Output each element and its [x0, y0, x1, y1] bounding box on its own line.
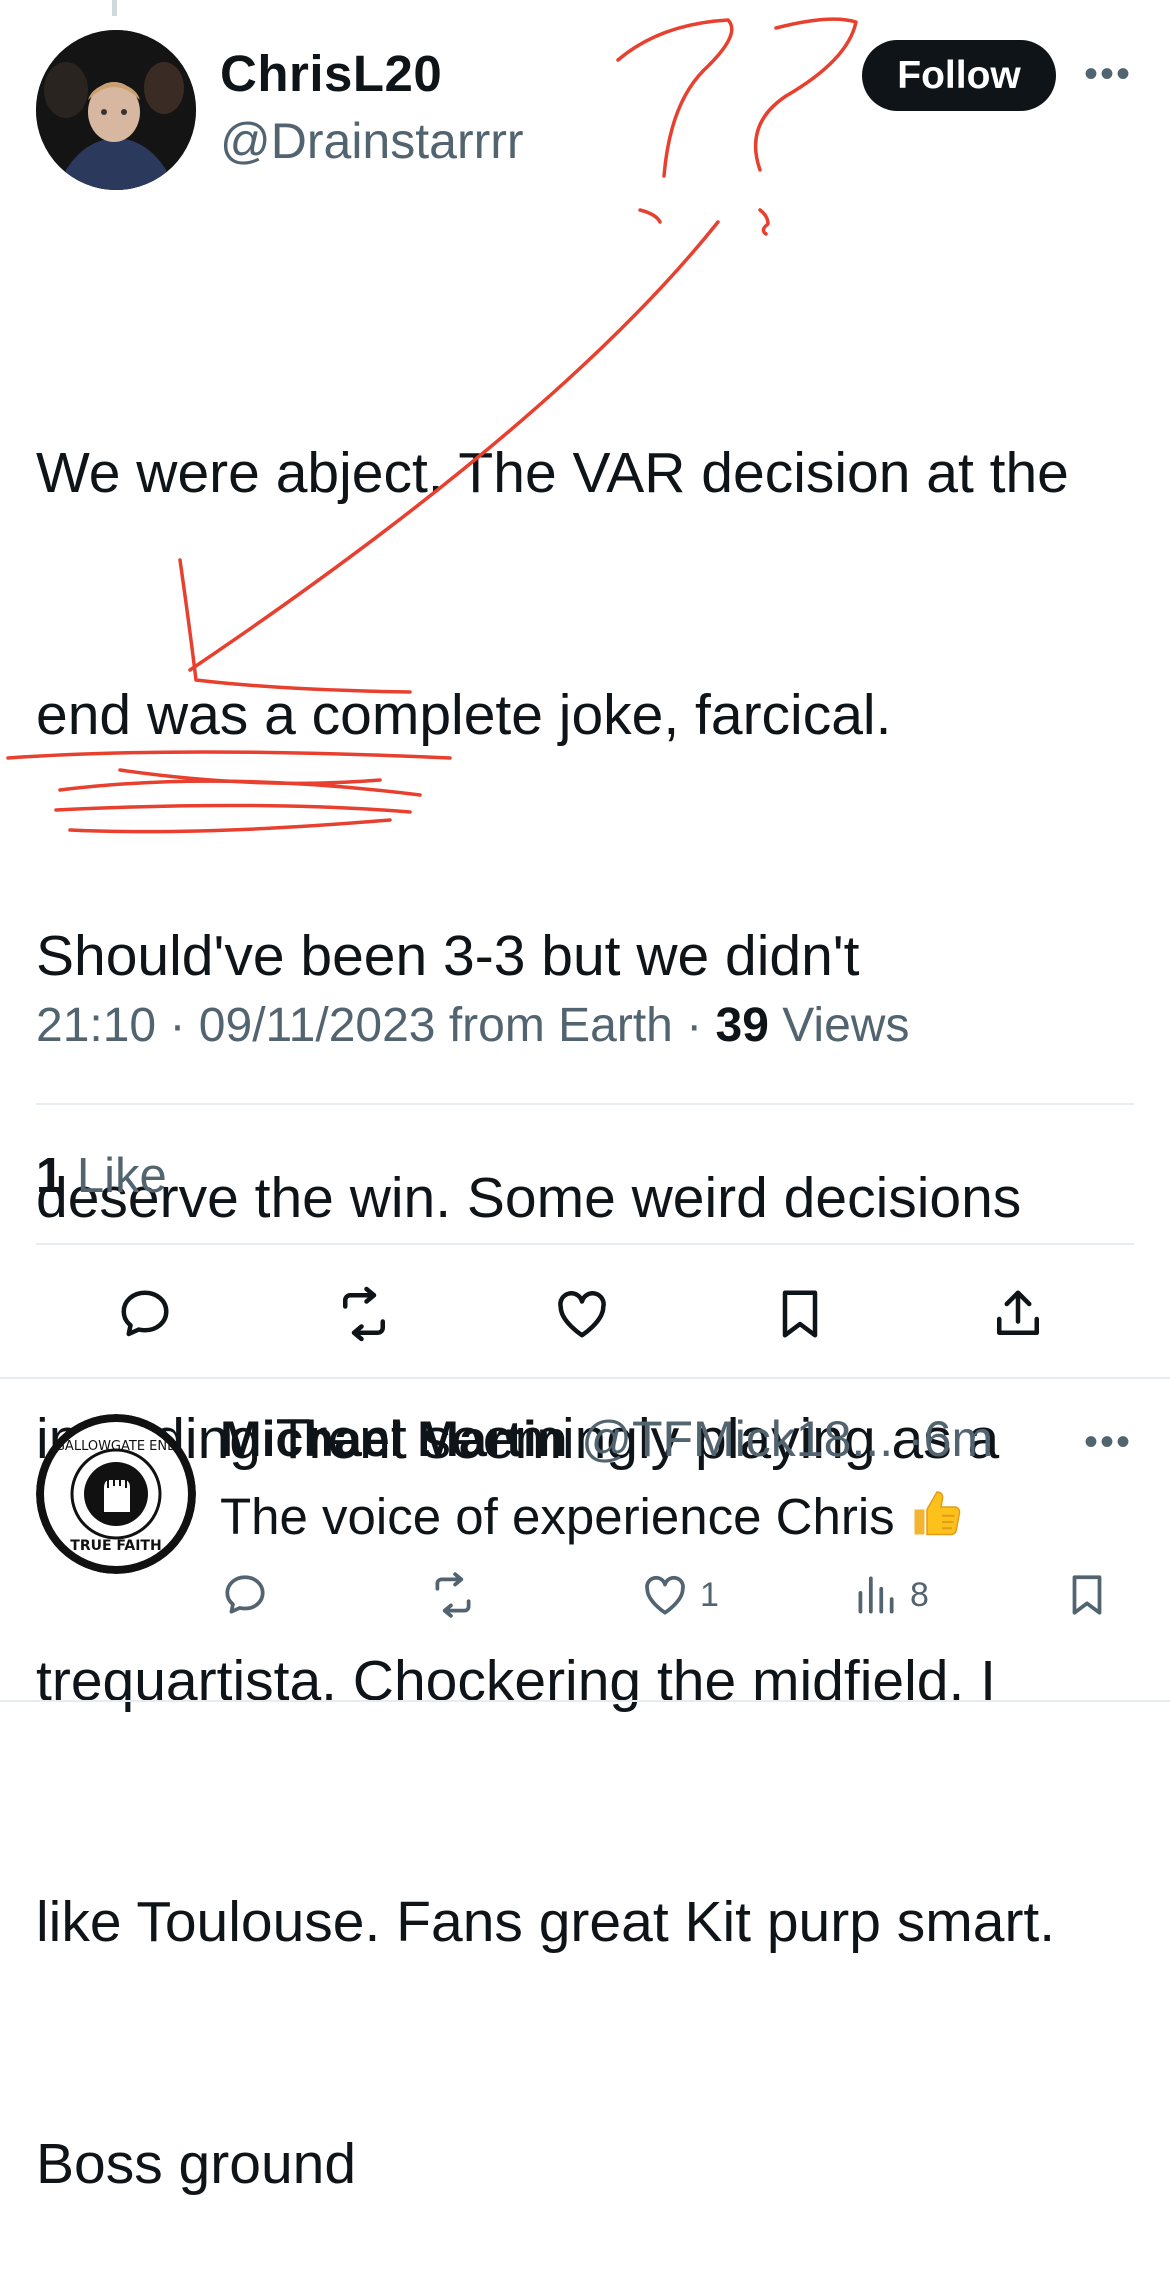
divider — [36, 1103, 1134, 1105]
views-icon — [858, 1576, 894, 1614]
like-icon — [645, 1575, 685, 1615]
question-mark-dot — [758, 208, 770, 236]
tweet-source: from Earth — [448, 999, 673, 1052]
question-mark-dot — [638, 208, 662, 224]
svg-text:GALLOWGATE END: GALLOWGATE END — [55, 1439, 177, 1454]
reply-handle[interactable]: @TFMick18... — [581, 1411, 893, 1467]
views-label: Views — [782, 999, 910, 1052]
meta-separator: · — [907, 1411, 924, 1467]
retweet-icon — [343, 1286, 385, 1342]
thread-connector — [112, 0, 117, 16]
reply-avatar[interactable]: GALLOWGATE END TRUE FAITH — [36, 1414, 196, 1574]
reply-icon — [121, 1290, 169, 1337]
share-icon — [997, 1290, 1039, 1335]
bookmark-icon — [1072, 1575, 1102, 1615]
tweet-text: We were abject. The VAR decision at the … — [36, 272, 1136, 2285]
tweet-text-line: Should've been 3-3 but we didn't — [36, 924, 860, 988]
follow-button[interactable]: Follow — [862, 40, 1056, 111]
question-mark-scribble — [616, 18, 734, 178]
meta-separator: · — [686, 999, 716, 1052]
like-button[interactable] — [550, 1282, 614, 1346]
reply-time[interactable]: 6m — [924, 1411, 993, 1467]
likes-count: 1 — [36, 1149, 64, 1203]
reply-button[interactable] — [113, 1282, 177, 1346]
tweet-date[interactable]: 09/11/2023 — [199, 999, 436, 1052]
reply-views-count: 8 — [910, 1575, 929, 1614]
reply-like-button[interactable]: 1 — [640, 1570, 719, 1620]
user-handle[interactable]: @Drainstarrrr — [220, 112, 524, 170]
like-icon — [558, 1291, 606, 1338]
divider — [36, 1243, 1134, 1245]
tweet-text-line: end was a complete joke, farcical. — [36, 682, 892, 747]
tweet-time[interactable]: 21:10 — [36, 999, 156, 1052]
reply-display-name[interactable]: Michael Martin — [220, 1411, 567, 1467]
reply-retweet-button[interactable] — [428, 1570, 478, 1620]
bookmark-icon — [782, 1290, 818, 1338]
avatar-photo — [36, 30, 196, 190]
bookmark-button[interactable] — [768, 1282, 832, 1346]
thumbs-up-icon — [907, 1482, 967, 1554]
reply-bookmark-button[interactable] — [1062, 1570, 1112, 1620]
reply-icon — [225, 1575, 265, 1614]
gallowgate-badge-logo: GALLOWGATE END TRUE FAITH — [36, 1414, 196, 1574]
reply-header: Michael Martin @TFMick18... ·6m — [220, 1410, 993, 1468]
share-button[interactable] — [986, 1282, 1050, 1346]
display-name[interactable]: ChrisL20 — [220, 44, 442, 103]
tweet-text-line: like Toulouse. Fans great Kit purp smart… — [36, 1890, 1056, 1954]
reply-views-button[interactable]: 8 — [850, 1570, 929, 1620]
avatar[interactable] — [36, 30, 196, 190]
reply-like-count: 1 — [700, 1575, 719, 1614]
reply-text-body: The voice of experience Chris — [220, 1488, 895, 1545]
divider — [0, 1700, 1170, 1702]
meta-separator: · — [169, 999, 199, 1052]
tweet-text-line: Boss ground — [36, 2131, 357, 2196]
likes-summary[interactable]: 1 Like — [36, 1148, 167, 1204]
question-mark-scribble — [753, 17, 858, 172]
divider — [0, 1377, 1170, 1379]
reply-reply-button[interactable] — [220, 1570, 270, 1620]
likes-label: Like — [76, 1149, 167, 1203]
svg-text:TRUE FAITH: TRUE FAITH — [70, 1538, 161, 1554]
retweet-icon — [435, 1572, 471, 1618]
more-options-icon[interactable]: ••• — [1084, 52, 1132, 97]
views-count: 39 — [715, 999, 769, 1052]
more-options-icon[interactable]: ••• — [1084, 1420, 1132, 1465]
retweet-button[interactable] — [332, 1282, 396, 1346]
tweet-text-line: deserve the win. Some weird decisions — [36, 1165, 1022, 1230]
tweet-meta: 21:10 · 09/11/2023 from Earth · 39 Views — [36, 998, 909, 1053]
tweet-text-line: trequartista. Chockering the midfield. I — [36, 1648, 996, 1713]
reply-text: The voice of experience Chris — [220, 1482, 967, 1554]
tweet-text-line: We were abject. The VAR decision at the — [36, 441, 1069, 505]
